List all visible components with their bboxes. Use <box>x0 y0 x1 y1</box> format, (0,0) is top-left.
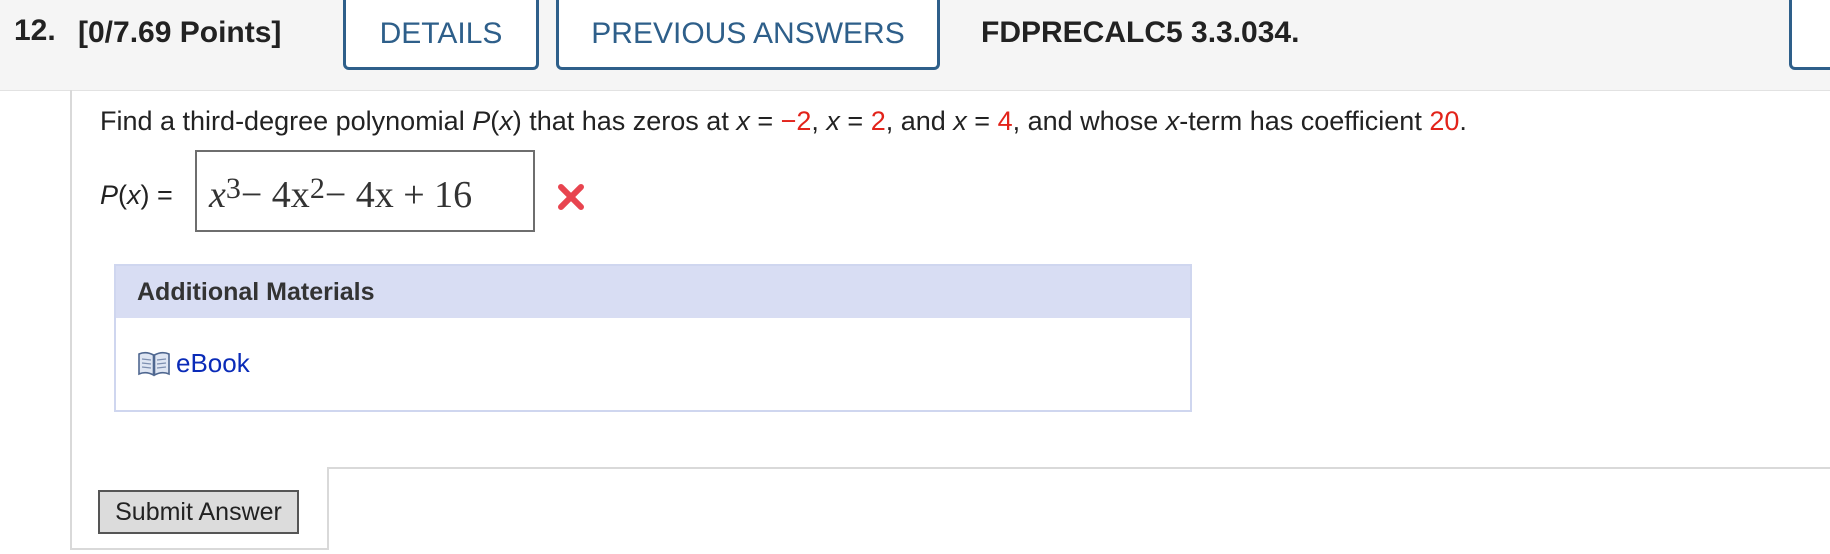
question-header: 12. [0/7.69 Points] DETAILS PREVIOUS ANS… <box>0 0 1830 91</box>
book-icon <box>138 351 170 376</box>
zero-value: −2 <box>780 106 812 136</box>
previous-answers-button[interactable]: PREVIOUS ANSWERS <box>556 0 940 70</box>
additional-materials-box: Additional Materials eBook <box>114 264 1192 412</box>
submit-answer-button[interactable]: Submit Answer <box>98 490 299 534</box>
answer-label: P(x) = <box>100 180 173 210</box>
panel-border <box>70 548 328 550</box>
additional-materials-title: Additional Materials <box>116 266 1190 318</box>
question-number: 12. <box>14 14 56 47</box>
zero-value: 4 <box>997 106 1013 136</box>
panel-border <box>327 467 1830 469</box>
question-text: Find a third-degree polynomial P(x) that… <box>100 106 1467 136</box>
answer-input[interactable]: x3 − 4x 2 − 4x + 16 <box>195 150 535 232</box>
problem-id: FDPRECALC5 3.3.034. <box>981 16 1300 49</box>
panel-border <box>327 467 329 550</box>
cropped-header-button[interactable] <box>1789 0 1830 70</box>
details-button[interactable]: DETAILS <box>343 0 539 70</box>
ebook-label: eBook <box>176 348 250 378</box>
points-label: [0/7.69 Points] <box>78 16 282 49</box>
zero-value: 2 <box>870 106 886 136</box>
wrong-x-icon <box>558 184 584 210</box>
coefficient-value: 20 <box>1429 106 1460 136</box>
ebook-link[interactable]: eBook <box>138 348 250 379</box>
